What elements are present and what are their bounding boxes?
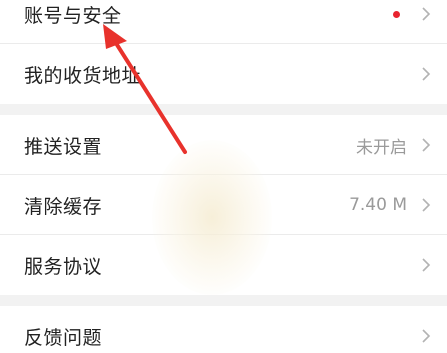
settings-screen: 账号与安全 我的收货地址 推送设置 未开启 清除缓存 7.40 M 服务协议 反… xyxy=(0,0,447,353)
menu-item-label: 推送设置 xyxy=(24,135,103,158)
menu-item-label: 反馈问题 xyxy=(24,326,103,349)
notification-dot xyxy=(393,10,400,18)
menu-item-label: 账号与安全 xyxy=(24,4,122,27)
menu-item-feedback[interactable]: 反馈问题 xyxy=(0,306,447,353)
cache-size-value: 7.40 M xyxy=(349,195,407,215)
chevron-right-icon xyxy=(422,258,431,272)
settings-group-account: 账号与安全 我的收货地址 xyxy=(0,0,447,104)
chevron-right-icon xyxy=(422,329,431,343)
chevron-right-icon xyxy=(422,67,431,81)
chevron-right-icon xyxy=(422,138,431,152)
menu-item-label: 我的收货地址 xyxy=(24,64,142,87)
settings-group-feedback: 反馈问题 xyxy=(0,306,447,353)
menu-item-label: 清除缓存 xyxy=(24,195,103,218)
push-status-value: 未开启 xyxy=(356,137,407,158)
menu-item-push-settings[interactable]: 推送设置 未开启 xyxy=(0,115,447,175)
menu-item-service-agreement[interactable]: 服务协议 xyxy=(0,235,447,295)
menu-item-account-security[interactable]: 账号与安全 xyxy=(0,0,447,44)
chevron-right-icon xyxy=(422,7,431,21)
settings-group-general: 推送设置 未开启 清除缓存 7.40 M 服务协议 xyxy=(0,115,447,295)
menu-item-label: 服务协议 xyxy=(24,255,103,278)
menu-item-clear-cache[interactable]: 清除缓存 7.40 M xyxy=(0,175,447,235)
chevron-right-icon xyxy=(422,198,431,212)
menu-item-shipping-address[interactable]: 我的收货地址 xyxy=(0,44,447,104)
